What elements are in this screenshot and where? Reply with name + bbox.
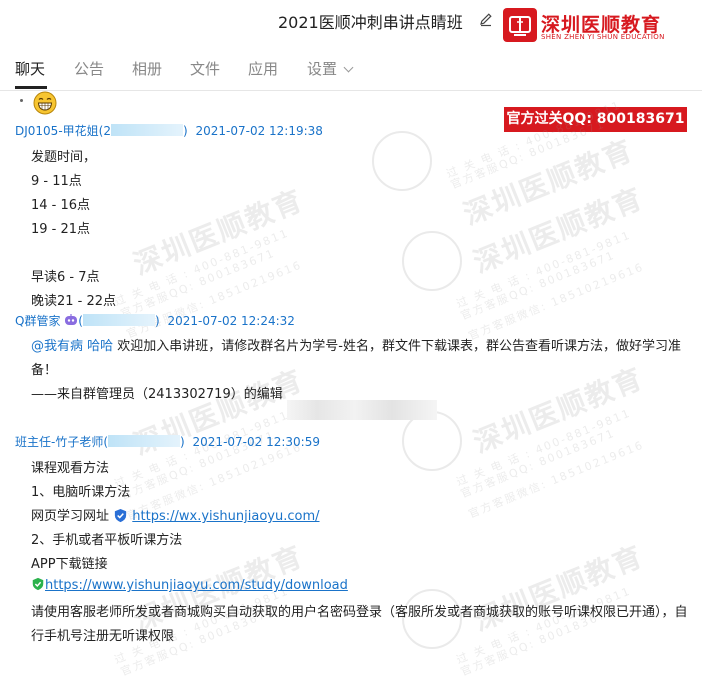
grin-emoji-icon bbox=[33, 91, 57, 115]
watermark-brand: 深圳医顺教育 bbox=[468, 539, 649, 638]
message-time: 2021-07-02 12:24:32 bbox=[167, 314, 295, 328]
watermark-phone: 过 关 电 话 : 400-881-9811 bbox=[454, 584, 633, 667]
mention-link[interactable]: @我有病 哈哈 bbox=[31, 339, 113, 354]
message-sender[interactable]: Q群管家 () 2021-07-02 12:24:32 bbox=[15, 312, 295, 329]
url-label: 网页学习网址 bbox=[31, 509, 110, 524]
group-tabs: 聊天 公告 相册 文件 应用 设置 官方过关QQ: 800183671 bbox=[0, 52, 702, 132]
chat-area[interactable]: 深圳医顺教育 过 关 电 话 : 400-881-9811 官方客服QQ: 80… bbox=[0, 91, 702, 678]
message-text: https://www.yishunjiaoyu.com/study/downl… bbox=[31, 577, 348, 593]
watermark-brand: 深圳医顺教育 bbox=[458, 133, 639, 232]
watermark-logo-icon bbox=[402, 231, 462, 291]
watermark-phone: 过 关 电 话 : 400-881-9811 bbox=[454, 406, 633, 489]
message-text: 请使用客服老师所发或者商城购买自动获取的用户名密码登录（客服所发或者商城获取的账… bbox=[31, 605, 688, 620]
tab-apps[interactable]: 应用 bbox=[248, 58, 278, 79]
verified-shield-icon bbox=[115, 508, 127, 523]
watermark-phone: 过 关 电 话 : 400-881-9811 bbox=[444, 98, 623, 181]
message-text: 1、电脑听课方法 bbox=[31, 485, 131, 500]
message-text: APP下载链接 bbox=[31, 557, 108, 572]
message-text: 早读6 - 7点 bbox=[31, 270, 100, 285]
brand-logo: 深圳医顺教育 SHEN ZHEN YI SHUN EDUCATION bbox=[503, 8, 695, 48]
watermark-qq: 官方客服QQ: 800183671 bbox=[448, 117, 608, 192]
edit-icon[interactable] bbox=[478, 11, 494, 27]
message-text: @我有病 哈哈 欢迎加入串讲班，请修改群名片为学号-姓名，群文件下载课表，群公告… bbox=[31, 335, 681, 354]
watermark-phone: 过 关 电 话 : 400-881-9811 bbox=[112, 226, 291, 309]
web-url-link[interactable]: https://wx.yishunjiaoyu.com/ bbox=[132, 509, 319, 524]
watermark-brand: 深圳医顺教育 bbox=[128, 183, 309, 282]
tab-album[interactable]: 相册 bbox=[132, 58, 162, 79]
bullet-dot bbox=[20, 99, 23, 102]
message-text: ——来自群管理员（2413302719）的编辑 bbox=[31, 387, 283, 402]
blurred-content bbox=[287, 400, 437, 420]
safe-link-shield-icon bbox=[32, 577, 44, 591]
sender-name: 班主任-竹子老师( bbox=[15, 435, 109, 449]
redacted-id bbox=[82, 314, 155, 326]
app-download-link[interactable]: https://www.yishunjiaoyu.com/study/downl… bbox=[45, 578, 348, 593]
message-text: 2、手机或者平板听课方法 bbox=[31, 533, 183, 548]
message-text: 课程观看方法 bbox=[31, 461, 110, 476]
sender-name: DJ0105-甲花姐(2 bbox=[15, 124, 111, 138]
watermark-qq: 官方客服QQ: 800183671 bbox=[458, 426, 618, 501]
watermark-brand: 深圳医顺教育 bbox=[468, 181, 649, 280]
message-body: 欢迎加入串讲班，请修改群名片为学号-姓名，群文件下载课表，群公告查看听课方法，做… bbox=[113, 339, 681, 354]
redacted-id bbox=[108, 435, 181, 447]
message-sender[interactable]: DJ0105-甲花姐(2) 2021-07-02 12:19:38 bbox=[15, 122, 323, 139]
tab-settings[interactable]: 设置 bbox=[307, 58, 354, 79]
active-tab-indicator bbox=[15, 86, 47, 89]
sender-suffix: ) bbox=[182, 124, 188, 138]
message-time: 2021-07-02 12:19:38 bbox=[195, 124, 323, 138]
bot-icon bbox=[65, 314, 78, 325]
watermark-phone: 过 关 电 话 : 400-881-9811 bbox=[454, 228, 633, 311]
message-time: 2021-07-02 12:30:59 bbox=[192, 435, 320, 449]
title-bar: 2021医顺冲刺串讲点睛班 深圳医顺教育 SHEN ZHEN YI SHUN E… bbox=[0, 0, 702, 42]
message-text: 晚读21 - 22点 bbox=[31, 294, 117, 309]
tab-chat[interactable]: 聊天 bbox=[15, 58, 45, 79]
message-text: 19 - 21点 bbox=[31, 222, 91, 237]
logo-name-en: SHEN ZHEN YI SHUN EDUCATION bbox=[541, 33, 665, 41]
message-text: 14 - 16点 bbox=[31, 198, 91, 213]
tab-announcement[interactable]: 公告 bbox=[74, 58, 104, 79]
watermark-wechat: 官方客服微信: 18510219616 bbox=[466, 260, 646, 343]
watermark-wechat: 官方客服微信: 18510219616 bbox=[466, 438, 646, 521]
message-text: 发题时间， bbox=[31, 150, 97, 165]
logo-badge-icon bbox=[503, 8, 537, 42]
tab-settings-label: 设置 bbox=[307, 60, 338, 78]
watermark-logo-icon bbox=[402, 411, 462, 471]
message-text: 行手机号注册无听课权限 bbox=[31, 629, 175, 644]
sender-suffix: ) bbox=[154, 314, 160, 328]
message-text: 备！ bbox=[31, 363, 58, 378]
sender-suffix: ) bbox=[180, 435, 185, 449]
watermark-logo-icon bbox=[372, 131, 432, 191]
watermark-qq: 官方客服QQ: 800183671 bbox=[118, 246, 278, 321]
sender-name: Q群管家 bbox=[15, 314, 61, 328]
redacted-id bbox=[110, 124, 183, 136]
chevron-down-icon bbox=[343, 62, 354, 73]
window-title: 2021医顺冲刺串讲点睛班 bbox=[278, 13, 463, 32]
watermark-brand: 深圳医顺教育 bbox=[468, 361, 649, 460]
watermark-qq: 官方客服QQ: 800183671 bbox=[458, 248, 618, 323]
message-text: 网页学习网址 https://wx.yishunjiaoyu.com/ bbox=[31, 505, 320, 524]
tab-files[interactable]: 文件 bbox=[190, 58, 220, 79]
message-sender[interactable]: 班主任-竹子老师() 2021-07-02 12:30:59 bbox=[15, 433, 320, 450]
message-text: 9 - 11点 bbox=[31, 174, 82, 189]
